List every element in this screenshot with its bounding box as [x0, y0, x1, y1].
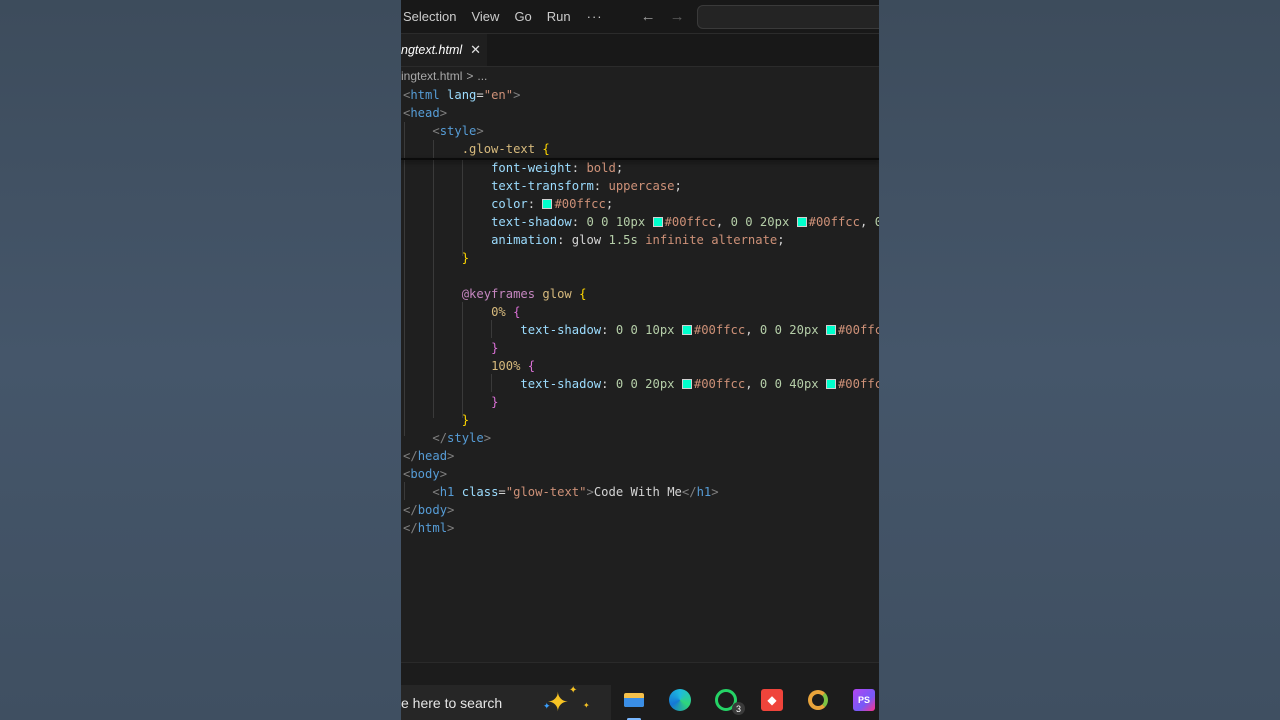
forward-arrow-icon[interactable]: → [670, 8, 685, 25]
back-arrow-icon[interactable]: ← [641, 8, 656, 25]
command-center-search[interactable] [697, 5, 879, 29]
copilot-sparkle-icon[interactable]: ✦ ✦ ✦ ✦ [543, 685, 590, 718]
taskbar-search-box[interactable]: e here to search ✦ ✦ ✦ ✦ [401, 685, 611, 720]
menu-more-icon[interactable]: ··· [587, 9, 603, 24]
code-line: } [491, 341, 499, 355]
code-line: </style> [432, 431, 492, 445]
phpstorm-icon[interactable]: PS [851, 687, 877, 713]
code-line: } [461, 413, 470, 427]
color-swatch[interactable] [825, 379, 836, 389]
color-swatch[interactable] [681, 379, 692, 389]
tab-label: ngtext.html [401, 43, 463, 57]
menu-run[interactable]: Run [540, 9, 579, 24]
file-explorer-icon[interactable] [621, 687, 647, 713]
code-editor[interactable]: <html lang="en"> <head> <style> .glow-te… [401, 86, 879, 662]
color-swatch[interactable] [681, 325, 692, 335]
vscode-window: Selection View Go Run ··· ← → ngtext.htm… [401, 0, 879, 720]
breadcrumb-file[interactable]: ingtext.html [401, 69, 462, 83]
code-line: text-shadow: 0 0 20px #00ffcc, 0 0 40px … [520, 377, 879, 391]
code-line: <style> [432, 124, 484, 138]
code-line: <h1 class="glow-text">Code With Me</h1> [432, 485, 719, 499]
code-line: animation: glow 1.5s infinite alternate; [491, 233, 785, 247]
color-swatch[interactable] [542, 199, 553, 209]
chameleon-app-icon[interactable] [805, 687, 831, 713]
code-line: } [491, 395, 499, 409]
code-line: text-shadow: 0 0 10px #00ffcc, 0 0 20px … [491, 215, 879, 229]
code-line: </html> [403, 521, 455, 535]
code-line: </head> [403, 449, 455, 463]
windows-taskbar: e here to search ✦ ✦ ✦ ✦ 3 ◆ PS [401, 662, 879, 720]
code-line: </body> [403, 503, 455, 517]
code-line: <html lang="en"> [403, 88, 521, 102]
menu-view[interactable]: View [464, 9, 507, 24]
code-line: <body> [403, 467, 448, 481]
code-line: text-transform: uppercase; [491, 179, 682, 193]
anydesk-icon[interactable]: ◆ [759, 687, 785, 713]
code-line: color: #00ffcc; [491, 197, 614, 211]
code-line: text-shadow: 0 0 10px #00ffcc, 0 0 20px … [520, 323, 879, 337]
code-line: .glow-text { [461, 142, 550, 156]
color-swatch[interactable] [652, 217, 663, 227]
code-line: 0% { [491, 305, 521, 319]
close-icon[interactable]: ✕ [470, 42, 481, 58]
code-line: <head> [403, 106, 448, 120]
tab-bar: ngtext.html ✕ [401, 34, 879, 67]
code-line: font-weight: bold; [491, 161, 624, 175]
chevron-right-icon: > [466, 69, 474, 83]
code-line: 100% { [491, 359, 536, 373]
breadcrumb: ingtext.html > ... [401, 67, 879, 85]
menu-selection[interactable]: Selection [401, 9, 464, 24]
tab-active-file[interactable]: ngtext.html ✕ [401, 34, 487, 66]
notification-badge: 3 [732, 702, 745, 715]
search-placeholder: e here to search [401, 695, 503, 711]
edge-browser-icon[interactable] [667, 687, 693, 713]
title-bar: Selection View Go Run ··· ← → [401, 0, 879, 34]
whatsapp-icon[interactable]: 3 [713, 687, 745, 715]
color-swatch[interactable] [825, 325, 836, 335]
color-swatch[interactable] [796, 217, 807, 227]
menu-go[interactable]: Go [507, 9, 539, 24]
code-line: @keyframes glow { [461, 287, 587, 301]
code-line: } [461, 251, 470, 265]
breadcrumb-more[interactable]: ... [477, 69, 487, 83]
